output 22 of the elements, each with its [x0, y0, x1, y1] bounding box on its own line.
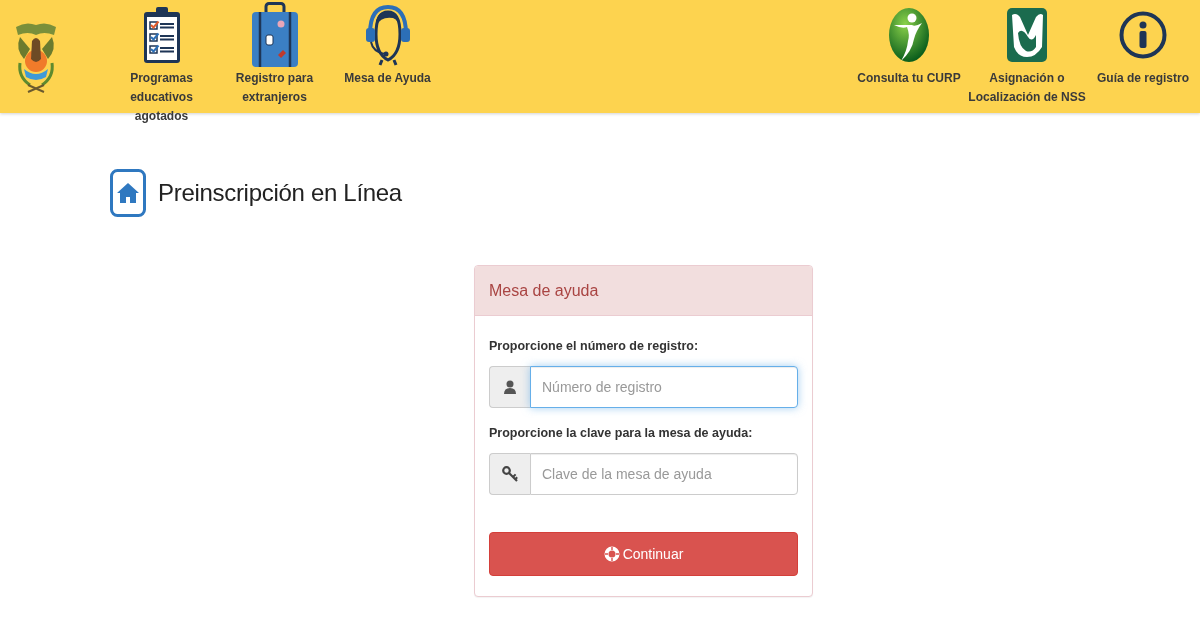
user-icon: [504, 380, 516, 394]
page-title: Preinscripción en Línea: [158, 178, 402, 208]
text-field[interactable]: Número de registro: [530, 366, 798, 408]
life-ring-icon: [603, 546, 620, 562]
continue-button[interactable]: Continuar: [489, 532, 798, 576]
nav-link[interactable]: Guía de registro: [1091, 0, 1195, 88]
info-icon: [1119, 11, 1167, 59]
field-label: Proporcione el número de registro:: [489, 338, 700, 355]
nav-link[interactable]: Programas educativos agotados: [105, 0, 218, 126]
nav-link[interactable]: Consulta tu CURP: [855, 0, 963, 88]
field-label: Proporcione la clave para la mesa de ayuda:: [489, 425, 754, 442]
nav-link[interactable]: Asignación o Localización de NSS: [963, 0, 1091, 107]
clipboard-checklist-icon: [141, 6, 182, 64]
emblem-icon: [1006, 7, 1048, 63]
nav-link[interactable]: Mesa de Ayuda: [331, 0, 444, 88]
text-field[interactable]: Clave de la mesa de ayuda: [530, 453, 798, 495]
key-icon: [502, 466, 518, 482]
panel-heading: Mesa de ayuda: [475, 266, 812, 316]
nav-link[interactable]: Registro para extranjeros: [218, 0, 331, 107]
home-icon: [110, 169, 146, 217]
suitcase-icon: [250, 2, 299, 68]
person-emblem-icon: [888, 7, 930, 63]
